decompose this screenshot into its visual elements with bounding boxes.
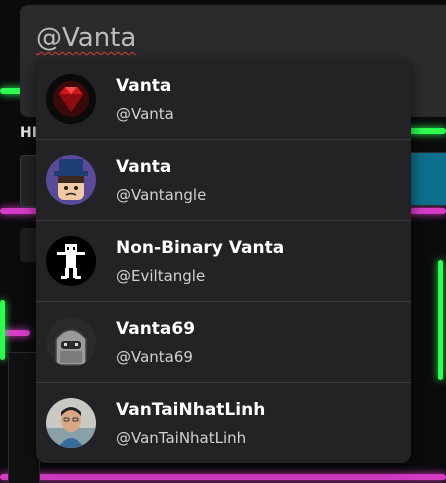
suggestion-display-name: Vanta69 (116, 319, 196, 339)
suggestion-username: @Vantangle (116, 186, 207, 204)
neon-line (0, 208, 40, 214)
hooded-avatar-icon (46, 317, 96, 367)
top-hat-face-icon (46, 155, 96, 205)
suggestion-row[interactable]: Vanta69 @Vanta69 (36, 302, 411, 383)
neon-line (405, 208, 446, 214)
section-label: HI (20, 125, 37, 141)
suggestion-row[interactable]: VanTaiNhatLinh @VanTaiNhatLinh (36, 383, 411, 463)
suggestion-row[interactable]: Vanta @Vanta (36, 59, 411, 140)
neon-line (0, 300, 5, 360)
suggestion-username: @VanTaiNhatLinh (116, 429, 247, 447)
mention-suggestions-dropdown: Vanta @Vanta Vanta @Vantangle Non-Binary… (36, 59, 411, 463)
suggestion-display-name: Non-Binary Vanta (116, 238, 285, 258)
suggestion-display-name: Vanta (116, 76, 172, 96)
white-figure-icon (46, 236, 96, 286)
neon-line (405, 128, 446, 134)
suggestion-row[interactable]: Non-Binary Vanta @Eviltangle (36, 221, 411, 302)
heart-tile (410, 152, 446, 206)
suggestion-username: @Eviltangle (116, 267, 206, 285)
person-photo-icon (46, 398, 96, 448)
suggestion-display-name: Vanta (116, 157, 172, 177)
suggestion-row[interactable]: Vanta @Vantangle (36, 140, 411, 221)
suggestion-username: @Vanta (116, 105, 174, 123)
red-diamond-icon (46, 74, 96, 124)
suggestion-username: @Vanta69 (116, 348, 193, 366)
suggestion-display-name: VanTaiNhatLinh (116, 400, 266, 420)
neon-line (0, 474, 446, 480)
search-query-text[interactable]: @Vanta (36, 23, 136, 53)
neon-line (438, 260, 443, 380)
